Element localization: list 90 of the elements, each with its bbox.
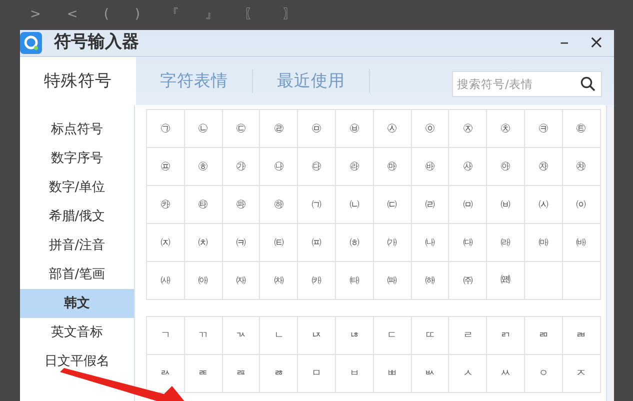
symbol-cell[interactable]: ㈘ [298,262,336,300]
symbol-cell[interactable]: ㈒ [524,224,563,262]
symbol-cell[interactable]: ㄵ [298,317,336,356]
symbol-cell[interactable]: ㉭ [184,148,223,186]
symbol-cell[interactable]: ㅅ [449,355,488,394]
symbol-cell[interactable]: ㉴ [449,148,488,186]
window-title: 符号输入器 [54,31,139,54]
symbol-cell[interactable]: ㈈ [147,224,185,262]
symbol-cell[interactable]: ㈙ [336,262,374,300]
symbol-cell[interactable]: ㄾ [184,355,223,394]
symbol-cell[interactable]: ㉹ [184,186,223,224]
symbol-cell[interactable]: ㄼ [562,317,601,356]
symbol-cell[interactable]: ㈉ [184,224,223,262]
scrollbar[interactable] [606,105,614,401]
symbol-cell[interactable]: ㄹ [449,317,488,356]
symbol-cell[interactable]: ㈊ [222,224,260,262]
symbol-cell[interactable]: ㈕ [184,262,223,300]
symbol-cell[interactable]: ㅃ [374,355,412,394]
symbol-cell[interactable]: ㈄ [449,186,488,224]
symbol-cell[interactable]: ㄱ [147,317,185,356]
symbol-cell[interactable]: ㉣ [260,110,298,148]
symbol-cell[interactable]: ㈌ [298,224,336,262]
symbol-cell[interactable]: ㅆ [487,355,525,394]
symbol-cell[interactable]: ㉠ [147,110,185,148]
symbol-cell[interactable]: ㈓ [562,224,601,262]
symbol-cell[interactable]: ㉯ [260,148,298,186]
symbol-cell[interactable]: ㉢ [222,110,260,148]
symbol-cell[interactable]: ㉬ [147,148,185,186]
symbol-cell[interactable]: ㉩ [487,110,525,148]
symbol-cell[interactable]: ㉳ [412,148,450,186]
symbol-cell[interactable]: ㉷ [562,148,601,186]
symbol-cell[interactable]: ㉨ [449,110,488,148]
symbol-cell[interactable]: ㈎ [374,224,412,262]
symbol-cell[interactable]: ㅁ [298,355,336,394]
symbol-cell[interactable]: ㈆ [524,186,563,224]
symbol-cell[interactable]: ㄺ [487,317,525,356]
symbol-cell[interactable]: ㉪ [524,110,563,148]
close-button[interactable]: × [582,34,610,52]
tab[interactable]: 特殊符号 [20,56,136,106]
symbol-cell[interactable]: ㉶ [524,148,563,186]
symbol-cell[interactable]: ㉧ [412,110,450,148]
symbol-cell[interactable]: ㈁ [336,186,374,224]
symbol-cell[interactable]: ㈍ [336,224,374,262]
symbol-cell[interactable]: ㈏ [412,224,450,262]
symbol-cell[interactable]: ㈗ [260,262,298,300]
symbol-cell[interactable]: ㉫ [562,110,601,148]
search-field[interactable]: 搜索符号/表情 [452,70,602,96]
symbol-cell[interactable]: ㈋ [260,224,298,262]
minimize-button[interactable]: – [554,34,575,52]
symbol-cell[interactable]: ㉺ [222,186,260,224]
symbol-cell[interactable]: ㈔ [147,262,185,300]
symbol-cell[interactable]: ㉻ [260,186,298,224]
symbol-cell[interactable]: ㉱ [336,148,374,186]
symbol-cell[interactable]: ㅀ [260,355,298,394]
symbol-cell[interactable]: ㄷ [374,317,412,356]
symbol-cell[interactable]: ㉤ [298,110,336,148]
symbol-cell[interactable]: ㅄ [412,355,450,394]
symbol-cell[interactable]: ㄳ [222,317,260,356]
symbol-cell[interactable]: ㉵ [487,148,525,186]
sidebar-item[interactable]: 韩文 [20,289,134,318]
symbol-cell[interactable]: ㈂ [374,186,412,224]
symbol-cell[interactable]: ㅂ [336,355,374,394]
symbol-cell[interactable]: ㈚ [374,262,412,300]
symbol-cell[interactable]: ㈝ [487,262,525,300]
symbol-cell[interactable]: ㈃ [412,186,450,224]
symbol-cell[interactable]: ㄸ [412,317,450,356]
symbol-cell[interactable]: ㄶ [336,317,374,356]
symbol-cell[interactable]: ㈐ [449,224,488,262]
app-logo-icon [20,32,42,54]
symbol-cell[interactable]: ㉸ [147,186,185,224]
symbol-cell[interactable]: ㈇ [562,186,601,224]
symbol-cell[interactable]: ㄴ [260,317,298,356]
symbol-cell[interactable]: ㈀ [298,186,336,224]
symbol-cell[interactable]: ㈛ [412,262,450,300]
symbol-cell[interactable]: ㉦ [374,110,412,148]
symbol-cell[interactable]: ㉡ [184,110,223,148]
symbol-cell[interactable]: ㄿ [222,355,260,394]
symbol-cell[interactable]: ㈅ [487,186,525,224]
symbol-cell[interactable]: ㉰ [298,148,336,186]
symbol-cell[interactable]: ㄲ [184,317,223,356]
symbol-cell[interactable]: ㄻ [524,317,563,356]
symbol-cell[interactable]: ㉮ [222,148,260,186]
symbol-cell[interactable]: ㈑ [487,224,525,262]
symbol-cell[interactable]: ㈜ [449,262,488,300]
symbol-cell[interactable]: ㉥ [336,110,374,148]
symbol-cell[interactable]: ㅈ [562,355,601,394]
symbol-cell[interactable]: ㉲ [374,148,412,186]
symbol-cell[interactable]: ㅇ [524,355,563,394]
search-icon[interactable] [580,76,596,92]
symbol-cell[interactable]: ㈖ [222,262,260,300]
